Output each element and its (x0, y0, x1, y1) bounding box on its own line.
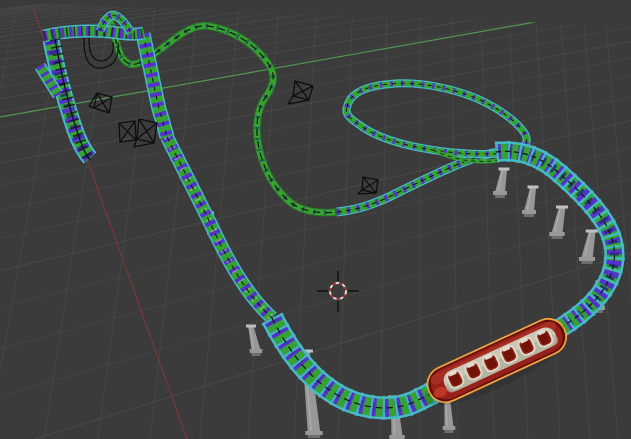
viewport-3d[interactable] (0, 0, 631, 439)
viewport-canvas[interactable] (0, 0, 631, 439)
